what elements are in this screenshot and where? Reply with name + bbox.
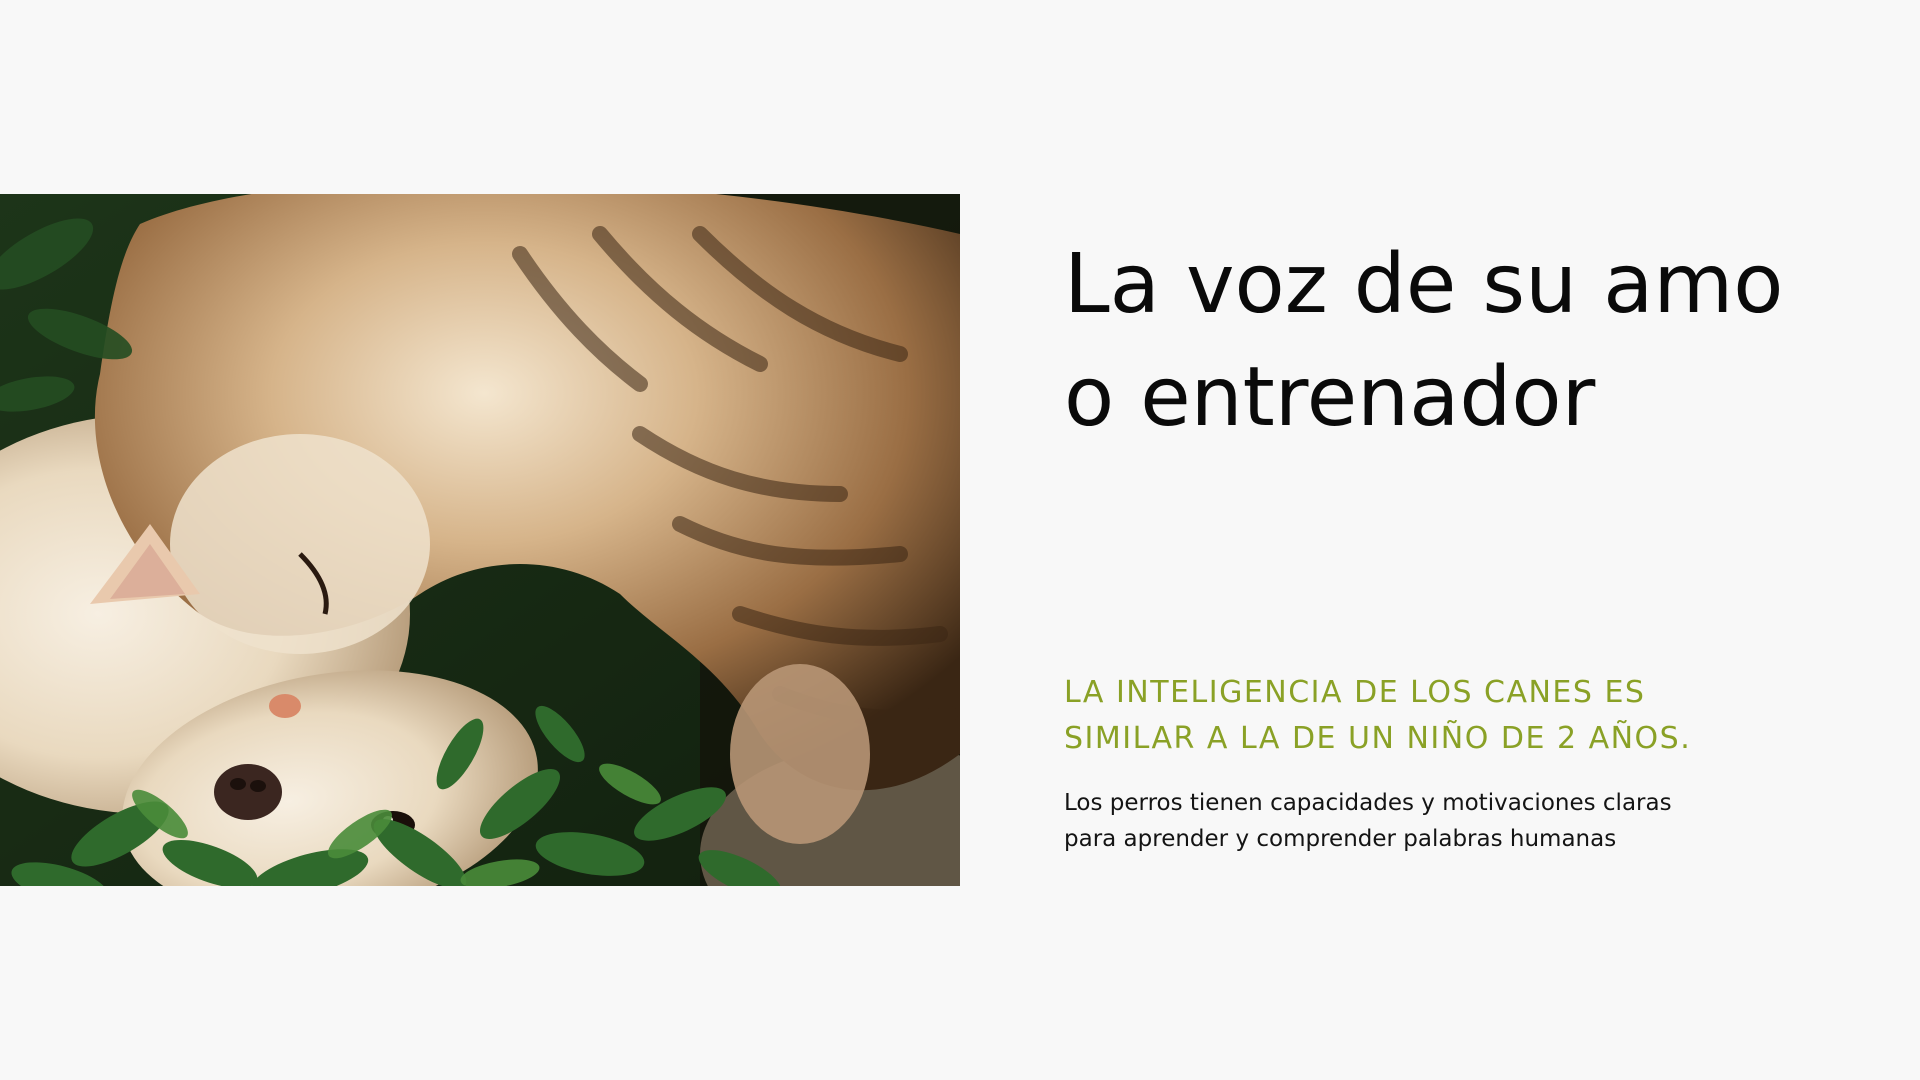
slide-title: La voz de su amo o entrenador — [1064, 228, 1844, 454]
title-line-1: La voz de su amo — [1064, 237, 1784, 332]
subtitle-line-2: SIMILAR A LA DE UN NIÑO DE 2 AÑOS. — [1064, 721, 1692, 756]
body-line-1: Los perros tienen capacidades y motivaci… — [1064, 790, 1672, 816]
photo-illustration — [0, 194, 960, 886]
body-line-2: para aprender y comprender palabras huma… — [1064, 826, 1617, 852]
slide-subtitle: LA INTELIGENCIA DE LOS CANES ES SIMILAR … — [1064, 670, 1864, 762]
title-line-2: o entrenador — [1064, 350, 1596, 445]
subtitle-line-1: LA INTELIGENCIA DE LOS CANES ES — [1064, 675, 1646, 710]
slide: La voz de su amo o entrenador LA INTELIG… — [0, 0, 1920, 1080]
slide-body-text: Los perros tienen capacidades y motivaci… — [1064, 785, 1864, 857]
cat-and-dog-photo — [0, 194, 960, 886]
